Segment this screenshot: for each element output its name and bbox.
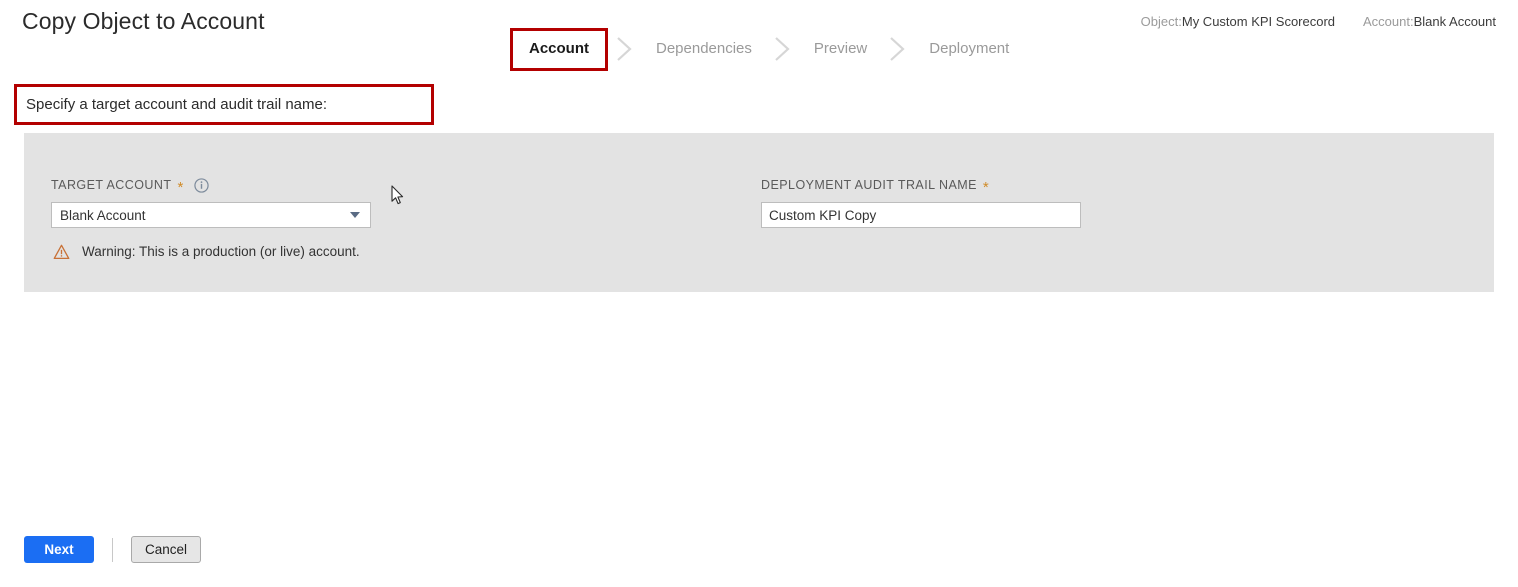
account-meta-value: Blank Account <box>1413 14 1496 29</box>
audit-trail-label: DEPLOYMENT AUDIT TRAIL NAME <box>761 178 977 192</box>
header-metadata: Object:My Custom KPI Scorecord Account:B… <box>1141 14 1496 29</box>
cancel-button[interactable]: Cancel <box>131 536 201 563</box>
target-account-label: TARGET ACCOUNT <box>51 178 172 192</box>
instruction-annotation-box: Specify a target account and audit trail… <box>14 84 434 125</box>
target-account-label-row: TARGET ACCOUNT * <box>51 177 371 196</box>
chevron-right-icon <box>766 28 800 70</box>
instruction-text: Specify a target account and audit trail… <box>26 96 328 113</box>
next-button[interactable]: Next <box>24 536 94 563</box>
target-account-selected-value: Blank Account <box>60 207 146 223</box>
chevron-down-icon <box>350 212 360 218</box>
footer-actions: Next Cancel <box>24 536 201 563</box>
required-asterisk: * <box>982 178 989 196</box>
account-meta-label: Account: <box>1363 14 1414 29</box>
wizard-step-deployment[interactable]: Deployment <box>915 28 1023 70</box>
button-divider <box>112 537 113 562</box>
required-asterisk: * <box>177 178 184 196</box>
object-meta-value: My Custom KPI Scorecord <box>1181 14 1336 29</box>
chevron-right-icon <box>608 28 642 70</box>
wizard-step-account[interactable]: Account <box>513 28 605 70</box>
audit-trail-field: DEPLOYMENT AUDIT TRAIL NAME * <box>761 177 1081 228</box>
info-circle-icon[interactable] <box>194 177 209 193</box>
object-meta-label: Object: <box>1140 14 1182 29</box>
account-meta: Account:Blank Account <box>1363 14 1496 29</box>
page-title: Copy Object to Account <box>22 8 265 34</box>
wizard-step-preview[interactable]: Preview <box>800 28 881 70</box>
wizard-step-dependencies[interactable]: Dependencies <box>642 28 766 70</box>
object-meta: Object:My Custom KPI Scorecord <box>1141 14 1335 29</box>
warning-triangle-icon <box>53 243 70 260</box>
chevron-right-icon <box>881 28 915 70</box>
target-account-select[interactable]: Blank Account <box>51 202 371 228</box>
warning-text: Warning: This is a production (or live) … <box>82 244 360 259</box>
production-account-warning: Warning: This is a production (or live) … <box>53 243 360 260</box>
wizard-step-account-annotation: Account <box>510 27 608 71</box>
wizard-steps: Account Dependencies Preview Deployment <box>510 27 1023 71</box>
audit-trail-input[interactable] <box>761 202 1081 228</box>
target-account-field: TARGET ACCOUNT * Blank Account <box>51 177 371 228</box>
form-panel: TARGET ACCOUNT * Blank Account DEPLOYMEN… <box>24 133 1494 292</box>
audit-trail-label-row: DEPLOYMENT AUDIT TRAIL NAME * <box>761 177 1081 196</box>
